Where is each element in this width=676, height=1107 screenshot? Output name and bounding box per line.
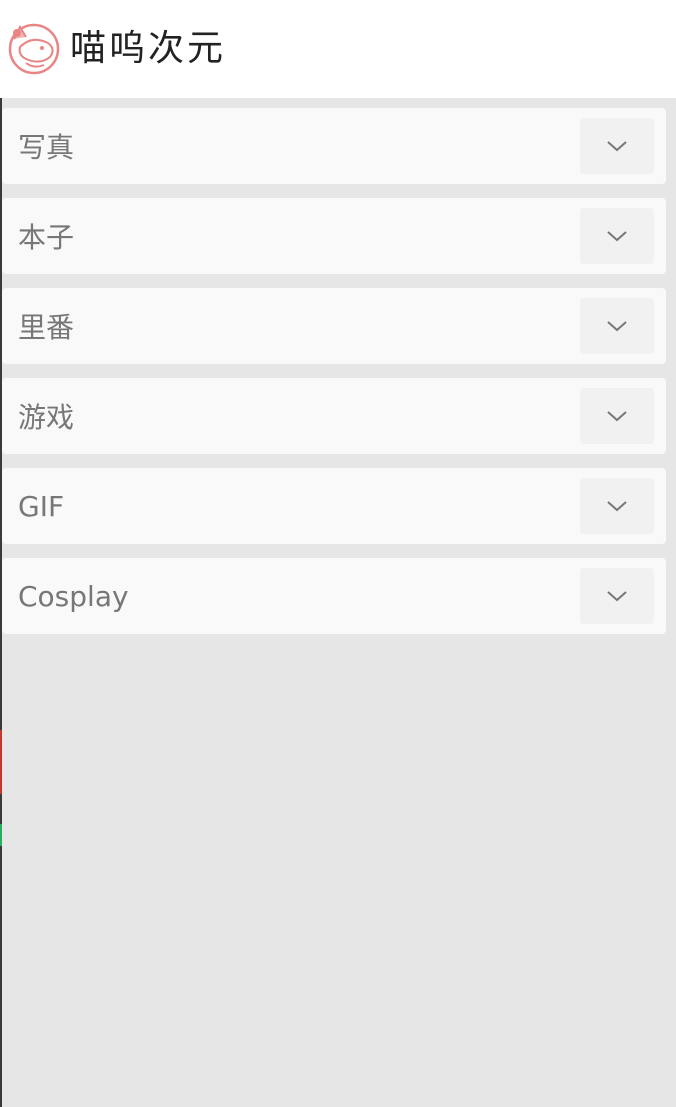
menu-item-label: 本子: [18, 221, 75, 254]
expand-toggle-button[interactable]: [580, 298, 654, 354]
menu-item-photo[interactable]: 写真: [2, 108, 666, 184]
menu-item-games[interactable]: 游戏: [2, 378, 666, 454]
category-menu: 写真 本子 里番 游戏 GIF Cosplay: [2, 108, 666, 648]
expand-toggle-button[interactable]: [580, 118, 654, 174]
chevron-down-icon: [607, 591, 627, 602]
chevron-down-icon: [607, 501, 627, 512]
left-edge-strip-red: [0, 730, 2, 794]
expand-toggle-button[interactable]: [580, 388, 654, 444]
menu-item-doujin[interactable]: 本子: [2, 198, 666, 274]
menu-item-cosplay[interactable]: Cosplay: [2, 558, 666, 634]
expand-toggle-button[interactable]: [580, 478, 654, 534]
expand-toggle-button[interactable]: [580, 568, 654, 624]
site-header: 喵呜次元: [0, 0, 676, 98]
expand-toggle-button[interactable]: [580, 208, 654, 264]
menu-item-anime[interactable]: 里番: [2, 288, 666, 364]
menu-item-label: Cosplay: [18, 579, 129, 613]
site-title[interactable]: 喵呜次元: [70, 31, 226, 67]
chevron-down-icon: [607, 231, 627, 242]
menu-item-gif[interactable]: GIF: [2, 468, 666, 544]
menu-item-label: 里番: [18, 311, 75, 344]
cat-logo-icon[interactable]: [6, 21, 62, 77]
chevron-down-icon: [607, 411, 627, 422]
left-edge-strip-green: [0, 824, 2, 846]
chevron-down-icon: [607, 321, 627, 332]
menu-item-label: 写真: [18, 131, 75, 164]
chevron-down-icon: [607, 141, 627, 152]
menu-item-label: 游戏: [18, 401, 75, 434]
menu-item-label: GIF: [18, 489, 65, 523]
